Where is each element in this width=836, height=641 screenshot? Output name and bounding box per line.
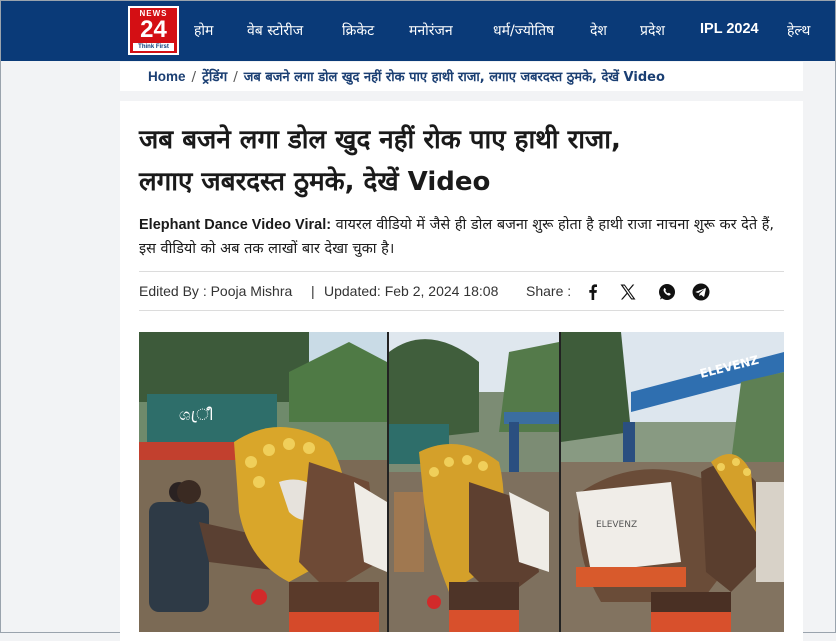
shop-sign-text: ශ്രീ — [179, 405, 213, 424]
nav-item-religion[interactable]: धर्म/ज्योतिष — [493, 21, 554, 40]
nav-item-country[interactable]: देश — [590, 21, 607, 40]
news24-logo[interactable]: NEWS 24 Think First — [128, 6, 179, 55]
top-navigation-bar: NEWS 24 Think First होम वेब स्टोरीज क्रि… — [1, 1, 835, 61]
article-lead: Elephant Dance Video Viral: वायरल वीडियो… — [139, 213, 779, 261]
meta-separator: | — [311, 283, 315, 299]
nav-item-web-stories[interactable]: वेब स्टोरीज — [247, 21, 303, 40]
x-icon[interactable] — [618, 282, 638, 302]
article-meta-bar: Edited By : Pooja Mishra | Updated: Feb … — [139, 271, 784, 311]
breadcrumb-bar: Home / ट्रेंडिंग / जब बजने लगा डोल खुद नहीं … — [120, 62, 803, 91]
video-frame-1: ශ്രീ — [139, 332, 387, 632]
nav-item-ipl[interactable]: IPL 2024 — [700, 21, 759, 37]
edited-by: Edited By : Pooja Mishra — [139, 283, 293, 299]
video-thumbnail[interactable]: ශ്രീ ELEVENZ ELEVENZ — [139, 332, 784, 632]
breadcrumb-current: जब बजने लगा डोल खुद नहीं रोक पाए हाथी रा… — [243, 70, 665, 85]
article-title-line-1: जब बजने लगा डोल खुद नहीं रोक पाए हाथी रा… — [139, 125, 621, 155]
nav-item-home[interactable]: होम — [194, 21, 213, 40]
video-frame-2 — [389, 332, 559, 632]
facebook-icon[interactable] — [583, 282, 603, 302]
breadcrumb-separator: / — [191, 69, 197, 85]
share-label: Share : — [526, 283, 572, 299]
breadcrumb: Home / ट्रेंडिंग / जब बजने लगा डोल खुद नहीं … — [148, 67, 665, 85]
logo-tagline: Think First — [133, 43, 174, 51]
article-title-line-2: लगाए जबरदस्त ठुमके, देखें Video — [139, 167, 491, 197]
breadcrumb-section[interactable]: ट्रेंडिंग — [202, 69, 227, 85]
cloth-text: ELEVENZ — [596, 520, 637, 530]
nav-item-health[interactable]: हेल्थ — [787, 21, 810, 40]
updated-date: Updated: Feb 2, 2024 18:08 — [324, 283, 499, 299]
article-lead-bold: Elephant Dance Video Viral: — [139, 217, 332, 233]
article-title: जब बजने लगा डोल खुद नहीं रोक पाए हाथी रा… — [139, 119, 779, 203]
article-card: जब बजने लगा डोल खुद नहीं रोक पाए हाथी रा… — [120, 101, 803, 641]
telegram-icon[interactable] — [691, 282, 711, 302]
nav-item-state[interactable]: प्रदेश — [640, 21, 665, 40]
nav-item-cricket[interactable]: क्रिकेट — [342, 21, 374, 40]
breadcrumb-separator: / — [233, 69, 238, 85]
whatsapp-icon[interactable] — [657, 282, 677, 302]
nav-item-entertainment[interactable]: मनोरंजन — [409, 21, 453, 40]
breadcrumb-home[interactable]: Home — [148, 69, 186, 84]
video-frame-3: ELEVENZ ELEVENZ — [561, 332, 784, 632]
logo-number: 24 — [140, 16, 167, 43]
